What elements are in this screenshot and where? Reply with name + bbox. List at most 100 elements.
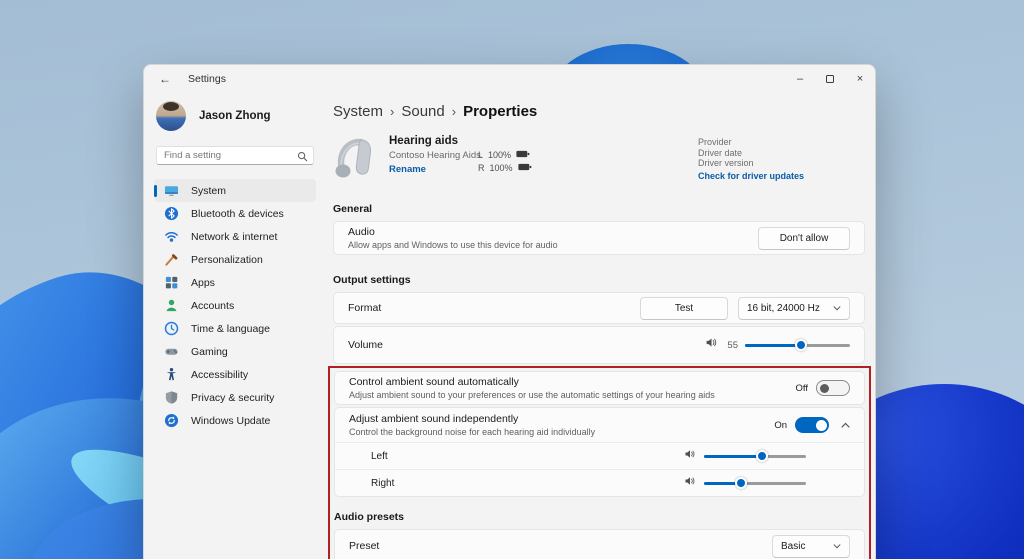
volume-value: 55 (725, 340, 738, 351)
left-channel-label: Left (371, 451, 388, 462)
chevron-down-icon (833, 541, 841, 552)
speaker-icon (684, 447, 696, 465)
ambient-auto-toggle[interactable] (816, 380, 850, 396)
user-profile[interactable]: Jason Zhong (156, 101, 316, 131)
device-name: Hearing aids (389, 135, 481, 147)
check-driver-updates-link[interactable]: Check for driver updates (698, 171, 804, 182)
left-channel-row: Left (335, 442, 864, 469)
toggle-knob (816, 420, 827, 431)
slider-fill (704, 455, 762, 458)
search-input[interactable] (156, 146, 314, 165)
sidebar-item-windows-update[interactable]: Windows Update (154, 409, 316, 432)
maximize-icon (826, 75, 834, 83)
ambient-independent-state: On (774, 420, 787, 431)
format-label: Format (348, 302, 381, 314)
sidebar-item-system[interactable]: System (154, 179, 316, 202)
volume-label: Volume (348, 339, 383, 351)
audio-card: Audio Allow apps and Windows to use this… (333, 221, 865, 255)
breadcrumb-sound[interactable]: Sound (401, 103, 444, 120)
breadcrumb: System › Sound › Properties (333, 103, 865, 120)
audio-description: Allow apps and Windows to use this devic… (348, 240, 558, 250)
battery-left-row: L 100% (478, 149, 532, 160)
ambient-auto-title: Control ambient sound automatically (349, 376, 715, 388)
settings-main-pane: System › Sound › Properties (324, 93, 875, 559)
slider-thumb[interactable] (756, 450, 768, 462)
preset-value: Basic (781, 541, 805, 552)
preset-label: Preset (349, 540, 379, 552)
sidebar-item-accounts[interactable]: Accounts (154, 294, 316, 317)
ambient-independent-card: Adjust ambient sound independently Contr… (334, 407, 865, 497)
search-icon (297, 149, 308, 167)
bluetooth-icon (164, 206, 179, 221)
slider-fill (745, 344, 801, 347)
preset-dropdown[interactable]: Basic (772, 535, 850, 558)
device-meta: Hearing aids Contoso Hearing Aids Rename (389, 135, 481, 175)
section-output-settings: Output settings (333, 274, 865, 286)
ambient-auto-description: Adjust ambient sound to your preferences… (349, 390, 715, 400)
chevron-down-icon (833, 303, 841, 314)
minimize-button[interactable]: – (785, 65, 815, 93)
device-manufacturer: Contoso Hearing Aids (389, 150, 481, 161)
maximize-button[interactable] (815, 65, 845, 93)
driver-date: Driver date (698, 148, 804, 159)
ambient-auto-card: Control ambient sound automatically Adju… (334, 371, 865, 405)
close-icon: × (857, 73, 863, 85)
window-title: Settings (188, 73, 226, 85)
sidebar-item-personalization[interactable]: Personalization (154, 248, 316, 271)
sidebar-item-label: Accounts (191, 300, 234, 312)
test-button[interactable]: Test (640, 297, 728, 320)
right-channel-label: Right (371, 478, 394, 489)
right-channel-slider[interactable] (704, 477, 806, 489)
battery-side-label: L (478, 150, 483, 160)
sidebar-item-apps[interactable]: Apps (154, 271, 316, 294)
slider-thumb[interactable] (735, 477, 747, 489)
sidebar-item-label: Privacy & security (191, 392, 274, 404)
sidebar-item-accessibility[interactable]: Accessibility (154, 363, 316, 386)
chevron-right-icon: › (390, 104, 394, 119)
sidebar-item-privacy-security[interactable]: Privacy & security (154, 386, 316, 409)
left-channel-slider[interactable] (704, 450, 806, 462)
ambient-independent-toggle[interactable] (795, 417, 829, 433)
speaker-icon (684, 474, 696, 492)
sidebar-item-label: Personalization (191, 254, 263, 266)
volume-slider[interactable] (745, 339, 850, 351)
preset-card: Preset Basic (334, 529, 865, 559)
privacy-icon (164, 390, 179, 405)
close-button[interactable]: × (845, 65, 875, 93)
section-general: General (333, 203, 865, 215)
sidebar-item-label: Accessibility (191, 369, 248, 381)
hearing-aid-image (333, 133, 381, 188)
sidebar-nav: System Bluetooth & devices Network & int… (154, 179, 316, 432)
sidebar-item-gaming[interactable]: Gaming (154, 340, 316, 363)
battery-level: 100% (490, 163, 513, 173)
search-box (156, 145, 314, 165)
sidebar-item-label: Network & internet (191, 231, 277, 243)
speaker-icon (705, 336, 718, 354)
sidebar-item-label: Bluetooth & devices (191, 208, 284, 220)
accounts-icon (164, 298, 179, 313)
windows-update-icon (164, 413, 179, 428)
chevron-right-icon: › (452, 104, 456, 119)
driver-version: Driver version (698, 158, 804, 169)
sidebar-item-bluetooth-devices[interactable]: Bluetooth & devices (154, 202, 316, 225)
back-button[interactable]: ← (152, 68, 178, 90)
breadcrumb-system[interactable]: System (333, 103, 383, 120)
driver-provider: Provider (698, 137, 804, 148)
user-name: Jason Zhong (199, 110, 271, 122)
sidebar-item-network-internet[interactable]: Network & internet (154, 225, 316, 248)
dont-allow-button[interactable]: Don't allow (758, 227, 850, 250)
right-channel-row: Right (335, 469, 864, 496)
toggle-knob (820, 384, 829, 393)
battery-level: 100% (488, 150, 511, 160)
audio-title: Audio (348, 226, 558, 238)
minimize-icon: – (797, 73, 803, 85)
ambient-independent-description: Control the background noise for each he… (349, 427, 595, 437)
slider-thumb[interactable] (795, 339, 807, 351)
rename-link[interactable]: Rename (389, 164, 481, 175)
format-dropdown[interactable]: 16 bit, 24000 Hz (738, 297, 850, 320)
chevron-up-icon[interactable] (841, 422, 850, 428)
battery-icon (518, 163, 532, 173)
time-language-icon (164, 321, 179, 336)
sidebar-item-time-language[interactable]: Time & language (154, 317, 316, 340)
battery-status: L 100% R 100% (478, 149, 532, 175)
